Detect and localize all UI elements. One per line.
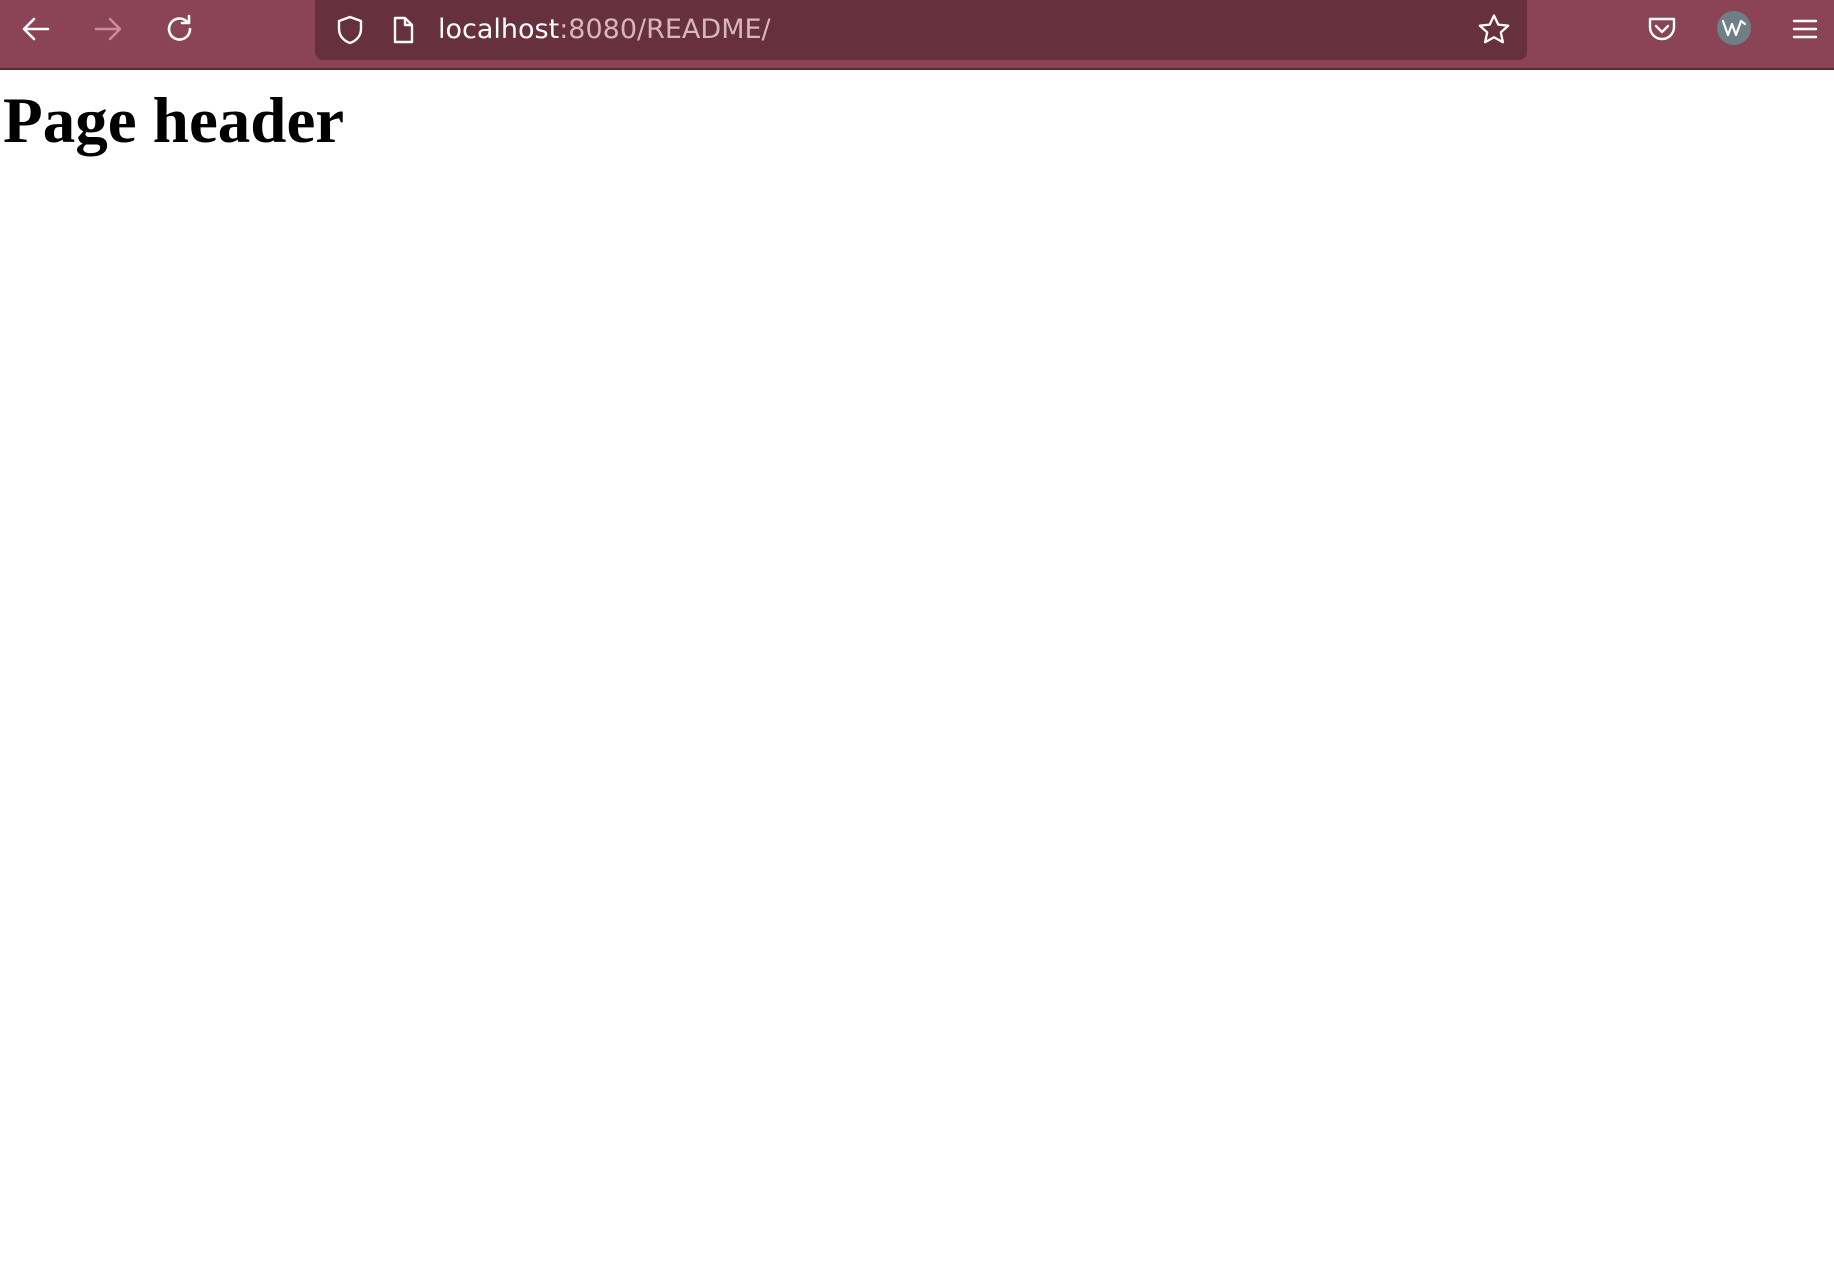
- reload-icon: [167, 14, 192, 41]
- hamburger-menu-icon: [1792, 19, 1818, 39]
- bookmark-button[interactable]: [1473, 0, 1515, 60]
- star-icon: [1478, 14, 1510, 44]
- page-content: Page header: [0, 72, 1834, 1288]
- address-bar[interactable]: localhost:8080/README/: [315, 0, 1527, 60]
- page-icon: [393, 16, 414, 44]
- tracking-protection-button[interactable]: [330, 0, 370, 60]
- pocket-icon: [1648, 17, 1676, 41]
- shield-icon: [337, 15, 363, 45]
- pocket-button[interactable]: [1633, 0, 1691, 58]
- forward-button[interactable]: [79, 0, 137, 58]
- back-button[interactable]: [7, 0, 65, 58]
- back-arrow-icon: [22, 17, 50, 41]
- url-path: :8080/README/: [559, 14, 771, 45]
- url-text[interactable]: localhost:8080/README/: [438, 0, 771, 60]
- url-host: localhost: [438, 14, 560, 45]
- forward-arrow-icon: [94, 17, 122, 41]
- page-header: Page header: [3, 85, 345, 157]
- browser-toolbar: localhost:8080/README/: [0, 0, 1834, 70]
- reload-button[interactable]: [151, 0, 209, 58]
- page-info-button[interactable]: [385, 0, 421, 60]
- account-avatar-icon: [1721, 19, 1747, 37]
- account-button[interactable]: [1717, 11, 1751, 45]
- app-menu-button[interactable]: [1776, 0, 1834, 58]
